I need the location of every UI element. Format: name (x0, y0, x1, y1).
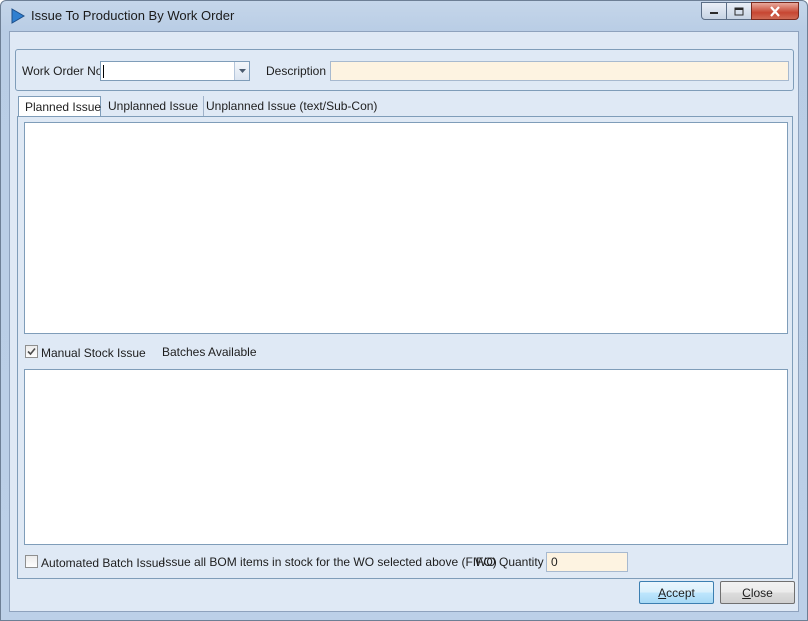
accept-label-rest: ccept (666, 585, 695, 600)
minimize-icon (710, 12, 718, 14)
close-button[interactable]: Close (720, 581, 795, 604)
dialog-body: Work Order No Description Planned Issue … (9, 31, 799, 612)
close-label-rest: lose (750, 585, 773, 600)
window-title: Issue To Production By Work Order (31, 8, 235, 23)
chevron-down-icon (238, 69, 246, 73)
close-window-button[interactable] (751, 2, 799, 20)
tab-label: Unplanned Issue (text/Sub-Con) (206, 99, 378, 113)
maximize-button[interactable] (726, 2, 752, 20)
title-bar[interactable]: Issue To Production By Work Order (1, 1, 807, 31)
text-caret (103, 65, 104, 78)
manual-stock-issue-checkbox[interactable] (25, 345, 38, 358)
close-mnemonic: C (742, 585, 751, 600)
fifo-hint-text: Issue all BOM items in stock for the WO … (162, 555, 497, 569)
tab-unplanned-issue[interactable]: Unplanned Issue (102, 96, 204, 116)
minimize-button[interactable] (701, 2, 727, 20)
checkmark-icon (27, 347, 36, 356)
maximize-icon (734, 7, 744, 15)
accept-mnemonic: A (658, 585, 667, 600)
work-order-combo[interactable] (100, 61, 250, 81)
batches-available-label: Batches Available (162, 345, 257, 359)
combo-dropdown-button[interactable] (234, 62, 249, 80)
tab-label: Planned Issue (25, 100, 102, 114)
work-order-label: Work Order No (22, 64, 103, 78)
planned-issue-grid[interactable] (24, 122, 788, 334)
tab-label: Unplanned Issue (108, 99, 199, 113)
app-play-icon (11, 8, 25, 24)
automated-batch-issue-label: Automated Batch Issue (41, 556, 166, 570)
main-window: Issue To Production By Work Order Work O… (0, 0, 808, 621)
close-icon (770, 5, 780, 17)
automated-batch-issue-checkbox[interactable] (25, 555, 38, 568)
tab-planned-issue[interactable]: Planned Issue (18, 96, 101, 117)
description-field[interactable] (330, 61, 789, 81)
batches-grid[interactable] (24, 369, 788, 545)
wo-quantity-field[interactable]: 0 (546, 552, 628, 572)
tab-unplanned-issue-text-subcon[interactable]: Unplanned Issue (text/Sub-Con) (200, 96, 377, 116)
manual-stock-issue-label: Manual Stock Issue (41, 346, 146, 360)
accept-button[interactable]: Accept (639, 581, 714, 604)
wo-quantity-label: WO Quantity (475, 555, 544, 569)
description-label: Description (266, 64, 327, 78)
tab-panel-planned-issue: Manual Stock Issue Batches Available Aut… (17, 116, 793, 579)
